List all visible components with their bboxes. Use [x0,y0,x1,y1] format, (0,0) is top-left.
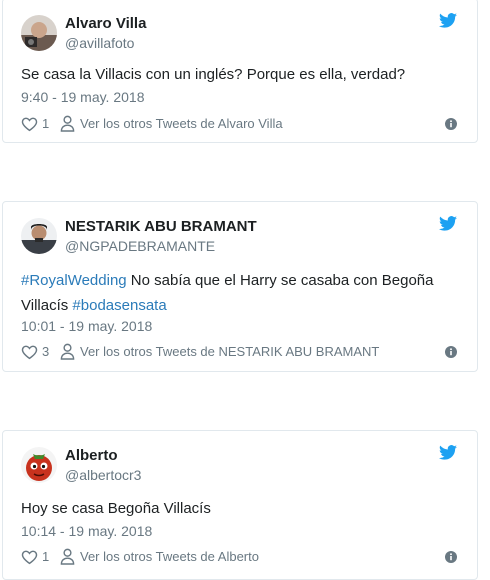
info-icon[interactable] [445,346,457,358]
info-icon[interactable] [445,118,457,130]
other-tweets-link[interactable]: Ver los otros Tweets de NESTARIK ABU BRA… [80,344,379,359]
tweet-timestamp[interactable]: 10:01 - 19 may. 2018 [21,318,152,334]
twitter-bird-icon[interactable] [439,216,457,231]
twitter-bird-icon[interactable] [439,445,457,460]
tweet-timestamp[interactable]: 10:14 - 19 may. 2018 [21,523,152,539]
twitter-bird-icon[interactable] [439,13,457,28]
tweet-actions: 1 Ver los otros Tweets de Alvaro Villa [21,115,457,134]
hashtag-link[interactable]: #RoyalWedding [21,272,127,289]
tweet-text-segment: Hoy se casa Begoña Villacís [21,500,211,517]
tweet-text-segment: Se casa la Villacis con un inglés? Porqu… [21,66,406,83]
hashtag-link[interactable]: #bodasensata [72,297,166,314]
other-tweets-link[interactable]: Ver los otros Tweets de Alberto [80,549,259,564]
avatar[interactable] [21,447,57,483]
author-handle[interactable]: @avillafoto [65,35,134,51]
author-name[interactable]: Alvaro Villa [65,15,146,32]
author-handle[interactable]: @NGPADEBRAMANTE [65,238,215,254]
avatar[interactable] [21,15,57,51]
heart-icon[interactable] [21,344,38,360]
author-name[interactable]: NESTARIK ABU BRAMANT [65,218,257,235]
person-icon [60,115,75,132]
person-icon [60,548,75,565]
info-icon[interactable] [445,551,457,563]
tweet-text: Hoy se casa Begoña Villacís [21,496,457,521]
tweet-text: #RoyalWedding No sabía que el Harry se c… [21,268,457,318]
author-name[interactable]: Alberto [65,447,118,464]
heart-icon[interactable] [21,549,38,565]
like-count: 1 [42,116,50,131]
author-handle[interactable]: @albertocr3 [65,467,141,483]
like-count: 3 [42,344,50,359]
other-tweets-link[interactable]: Ver los otros Tweets de Alvaro Villa [80,116,283,131]
tweet-text: Se casa la Villacis con un inglés? Porqu… [21,62,457,87]
tweet-card: NESTARIK ABU BRAMANT @NGPADEBRAMANTE #Ro… [2,201,478,372]
tweet-actions: 3 Ver los otros Tweets de NESTARIK ABU B… [21,343,457,362]
tweet-card: Alberto @albertocr3 Hoy se casa Begoña V… [2,430,478,580]
tweet-card: Alvaro Villa @avillafoto Se casa la Vill… [2,0,478,143]
like-count: 1 [42,549,50,564]
avatar[interactable] [21,218,57,254]
tweet-actions: 1 Ver los otros Tweets de Alberto [21,548,457,567]
heart-icon[interactable] [21,116,38,132]
person-icon [60,343,75,360]
tweet-timestamp[interactable]: 9:40 - 19 may. 2018 [21,89,144,105]
